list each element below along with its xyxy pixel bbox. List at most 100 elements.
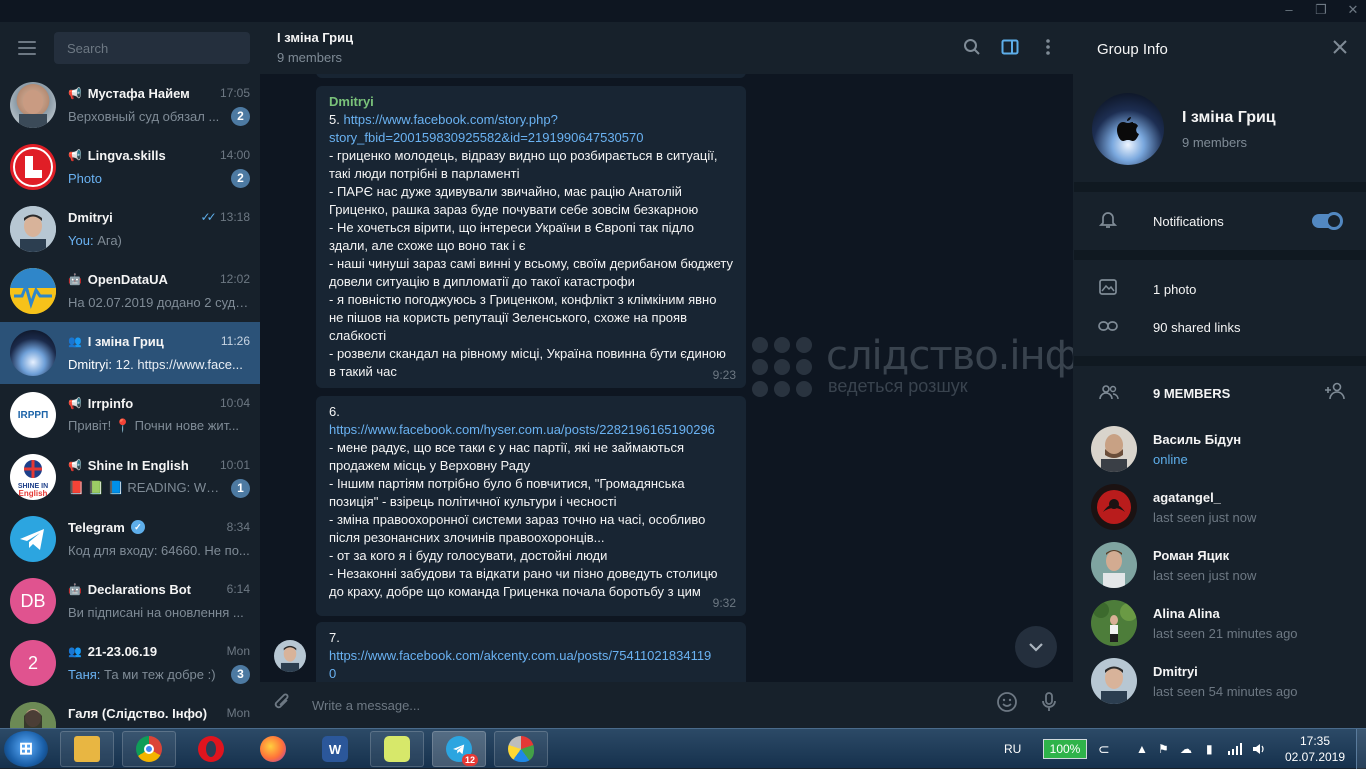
notifications-toggle[interactable] [1312, 212, 1343, 230]
notifications-label: Notifications [1153, 213, 1224, 229]
member-status: last seen 21 minutes ago [1153, 625, 1298, 641]
chat-preview: Код для входу: 64660. Не по... [68, 542, 250, 558]
language-indicator[interactable]: RU [1004, 729, 1021, 769]
member-item[interactable]: Alina Alina last seen 21 minutes ago [1074, 594, 1366, 652]
taskbar-explorer[interactable] [60, 731, 114, 767]
member-item[interactable]: Dmitryi last seen 54 minutes ago [1074, 652, 1366, 710]
member-item[interactable]: agatangel_ last seen just now [1074, 478, 1366, 536]
taskbar-opera[interactable] [184, 731, 238, 767]
chat-item[interactable]: 📢 Lingva.skills 14:00 Photo 2 [0, 136, 260, 198]
chat-name: Dmitryi [68, 209, 113, 225]
group-avatar[interactable] [1092, 93, 1164, 165]
close-icon[interactable] [1332, 38, 1348, 61]
volume-icon[interactable] [1252, 729, 1266, 769]
add-member-icon[interactable] [1324, 382, 1346, 405]
chat-item[interactable]: Галя (Слідство. Інфо) Mon [0, 694, 260, 728]
taskbar-paint[interactable] [494, 731, 548, 767]
start-button[interactable]: ⊞ [4, 731, 48, 767]
avatar-initials: DB [20, 590, 46, 611]
chat-item-active[interactable]: 👥 І зміна Гриц 11:26 Dmitryi: 12. https:/… [0, 322, 260, 384]
svg-text:English: English [19, 489, 48, 498]
conversation-header[interactable]: І зміна Гриц 9 members [260, 22, 1073, 74]
more-vertical-icon[interactable] [1039, 38, 1057, 56]
chat-time: Mon [226, 706, 250, 720]
chat-item[interactable]: SHINE IN English 📢 Shine In English 10:01 … [0, 446, 260, 508]
chat-item[interactable]: 🤖 OpenDataUA 12:02 На 02.07.2019 додано 2… [0, 260, 260, 322]
message-bubble[interactable]: Dmitryi 5. https://www.facebook.com/stor… [316, 86, 746, 388]
notifications-row[interactable]: Notifications [1074, 192, 1366, 250]
conversation-title: І зміна Гриц [277, 30, 354, 45]
microphone-icon[interactable] [1037, 691, 1061, 719]
taskbar-telegram[interactable]: 12 [432, 731, 486, 767]
member-status: last seen just now [1153, 509, 1257, 525]
chat-item[interactable]: 2 👥 21-23.06.19 Mon Таня: Та ми теж добре… [0, 632, 260, 694]
avatar [1091, 484, 1137, 530]
minimize-icon[interactable]: – [1282, 2, 1296, 18]
message-bubble-previous [316, 74, 746, 78]
taskbar-chrome[interactable] [122, 731, 176, 767]
link-icon [1098, 319, 1118, 336]
shared-links-row[interactable]: 90 shared links [1074, 308, 1366, 346]
close-icon[interactable]: ✕ [1346, 2, 1360, 18]
power-plug-icon[interactable]: ⊂ [1098, 729, 1110, 769]
message-link[interactable]: https://www.facebook.com/hyser.com.ua/po… [329, 422, 715, 437]
scroll-down-button[interactable] [1015, 626, 1057, 668]
paint-palette-icon [508, 736, 534, 762]
battery-indicator[interactable]: 100% [1043, 739, 1087, 759]
chat-name: Irrpinfo [87, 395, 134, 411]
attach-icon[interactable] [272, 691, 294, 719]
message-input[interactable]: Write a message... [312, 698, 977, 713]
maximize-icon[interactable]: ❐ [1314, 2, 1328, 18]
battery-tray-icon[interactable]: ▮ [1206, 729, 1213, 769]
chat-time: 6:14 [226, 582, 250, 596]
message-link[interactable]: https://www.facebook.com/akcenty.com.ua/… [329, 648, 711, 681]
message-list[interactable]: Dmitryi 5. https://www.facebook.com/stor… [260, 74, 1073, 682]
message-bubble[interactable]: 6. https://www.facebook.com/hyser.com.ua… [316, 396, 746, 616]
members-icon [1098, 384, 1119, 403]
emoji-icon[interactable] [995, 691, 1019, 719]
chat-name: Shine In English [87, 457, 189, 473]
panel-title: Group Info [1097, 40, 1168, 58]
flag-icon[interactable]: ⚑ [1158, 729, 1169, 769]
shared-photos-row[interactable]: 1 photo [1074, 270, 1366, 308]
member-item[interactable]: Василь Бідун online [1074, 420, 1366, 478]
sidebar-toggle-icon[interactable] [1001, 38, 1019, 56]
network-icon[interactable]: ☁ [1180, 729, 1192, 769]
folder-icon [74, 736, 100, 762]
show-desktop-button[interactable] [1356, 729, 1366, 769]
chat-item[interactable]: IRPРП 📢 Irrpinfo 10:04 Привіт! 📍 Почни но… [0, 384, 260, 446]
message-bubble[interactable]: 7. https://www.facebook.com/akcenty.com.… [316, 622, 746, 682]
channel-icon: 📢 [68, 87, 82, 100]
chat-item[interactable]: 📢 Мустафа Найем 17:05 Верховный суд обяза… [0, 74, 260, 136]
taskbar-sticky-notes[interactable] [370, 731, 424, 767]
bot-icon: 🤖 [68, 273, 82, 286]
chat-preview: Та ми теж добре :) [104, 666, 216, 682]
tray-expand-icon[interactable]: ▲ [1136, 729, 1148, 769]
member-name: agatangel_ [1153, 489, 1221, 505]
member-item[interactable]: Роман Яцик last seen just now [1074, 536, 1366, 594]
chat-item[interactable]: Telegram ✓ 8:34 Код для входу: 64660. Не … [0, 508, 260, 570]
signal-icon[interactable] [1228, 729, 1242, 769]
message-author[interactable]: Dmitryi [329, 93, 733, 111]
watermark-logo-icon [752, 336, 812, 397]
message-time: 9:23 [712, 368, 736, 382]
window-controls: – ❐ ✕ [1282, 2, 1360, 18]
avatar[interactable] [274, 640, 306, 672]
search-input[interactable]: Search [54, 32, 250, 64]
system-clock[interactable]: 17:35 02.07.2019 [1280, 733, 1350, 765]
search-icon[interactable] [963, 38, 981, 56]
chevron-down-icon [1029, 643, 1043, 652]
menu-icon[interactable] [18, 41, 36, 55]
chat-item[interactable]: DB 🤖 Declarations Bot 6:14 Ви підписані н… [0, 570, 260, 632]
avatar: SHINE IN English [10, 454, 56, 500]
firefox-icon [260, 736, 286, 762]
chat-sender: You: [68, 232, 94, 248]
message-link[interactable]: https://www.facebook.com/story.php? stor… [329, 112, 643, 145]
chat-time: 14:00 [219, 148, 250, 162]
chat-item[interactable]: Dmitryi ✓✓ 13:18 You: Ага) [0, 198, 260, 260]
taskbar-word[interactable]: W [308, 731, 362, 767]
taskbar-firefox[interactable] [246, 731, 300, 767]
unread-badge: 2 [231, 106, 250, 126]
unread-badge: 1 [231, 478, 250, 498]
bot-icon: 🤖 [68, 583, 82, 596]
